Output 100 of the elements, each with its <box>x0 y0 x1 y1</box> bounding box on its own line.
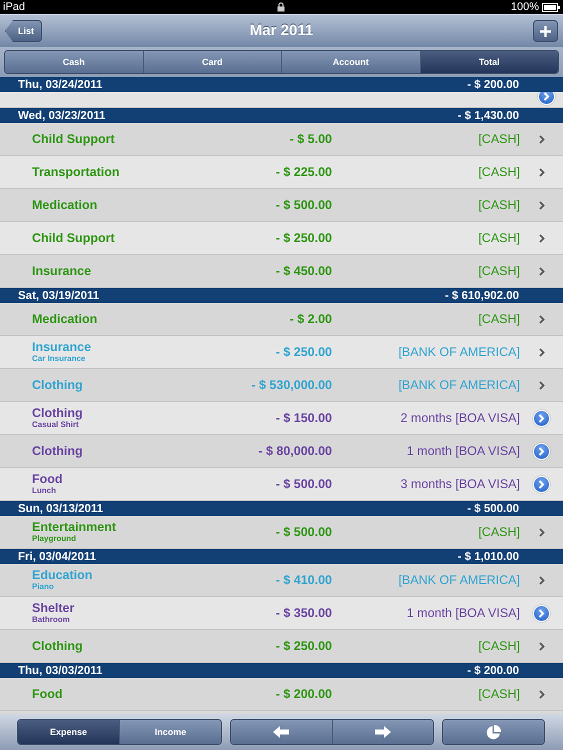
chevron-icon <box>538 480 545 488</box>
chevron-icon <box>538 576 544 584</box>
chevron-icon <box>538 642 544 650</box>
amount: - $ 250.00 <box>274 639 332 653</box>
day-total: - $ 200.00 <box>467 664 519 676</box>
account-label: [CASH] <box>477 687 520 701</box>
amount: - $ 450.00 <box>274 264 332 278</box>
chevron-icon <box>538 134 544 144</box>
add-button[interactable] <box>533 20 558 42</box>
previous-button[interactable] <box>231 720 332 744</box>
transaction-row[interactable]: Food Lunch - $ 500.00 3 months [BOA VISA] <box>0 468 563 501</box>
back-button[interactable]: List <box>5 20 42 42</box>
mode-tab[interactable]: Income <box>120 720 221 744</box>
amount: - $ 250.00 <box>274 345 332 359</box>
chevron-icon <box>538 348 544 356</box>
lock-icon <box>277 2 285 12</box>
date-label: Thu, 03/03/2011 <box>18 664 102 676</box>
category-name: Shelter <box>32 602 76 615</box>
chevron-icon <box>538 200 544 210</box>
category-note: Car Insurance <box>32 354 86 363</box>
date-label: Fri, 03/04/2011 <box>18 550 96 562</box>
date-label: Sat, 03/19/2011 <box>18 290 100 302</box>
transaction-row[interactable]: Insurance Car Insurance - $ 250.00 [BANK OF AMERICA] <box>0 336 563 369</box>
chevron-icon <box>538 608 545 618</box>
next-button[interactable] <box>332 720 433 744</box>
category-name: Education <box>32 569 94 582</box>
plus-icon <box>540 26 551 36</box>
account-label: [CASH] <box>477 198 520 212</box>
amount: - $ 410.00 <box>274 573 332 587</box>
category-name: Insurance <box>32 264 92 278</box>
category-name: Clothing <box>32 407 84 420</box>
category-note: Playground <box>32 534 78 543</box>
account-label: 3 months [BOA VISA] <box>399 477 520 491</box>
amount: - $ 80,000.00 <box>257 444 332 458</box>
mode-tab[interactable]: Expense <box>18 720 120 744</box>
transaction-row[interactable]: Shelter Bathroom - $ 350.00 1 month [BOA VISA] <box>0 597 563 630</box>
chevron-icon <box>543 92 550 101</box>
date-label: Wed, 03/23/2011 <box>18 110 106 122</box>
category-name: Entertainment <box>32 521 118 534</box>
device-name: iPad <box>3 0 26 14</box>
right-arrow-icon <box>374 726 391 738</box>
amount: - $ 200.00 <box>274 687 332 701</box>
account-label: [BANK OF AMERICA] <box>397 378 520 392</box>
detail-button[interactable] <box>533 476 550 492</box>
day-total: - $ 500.00 <box>467 502 519 514</box>
battery-icon <box>542 2 560 12</box>
amount: - $ 150.00 <box>274 411 332 425</box>
account-label: [BANK OF AMERICA] <box>397 345 520 359</box>
detail-button[interactable] <box>533 442 550 460</box>
category-name: Child Support <box>32 132 116 146</box>
account-label: [CASH] <box>477 639 520 653</box>
amount: - $ 500.00 <box>274 477 332 491</box>
chart-button[interactable] <box>443 720 544 744</box>
left-arrow-icon <box>273 726 290 738</box>
filter-tab[interactable]: Cash <box>5 51 144 73</box>
detail-button[interactable] <box>538 92 555 105</box>
detail-button[interactable] <box>533 410 550 426</box>
chevron-icon <box>538 380 544 390</box>
category-name: Medication <box>32 198 98 212</box>
filter-tab[interactable]: Total <box>420 51 558 73</box>
account-label: 1 month [BOA VISA] <box>406 444 520 458</box>
chevron-icon <box>538 266 544 276</box>
pie-chart-icon <box>486 724 501 740</box>
category-name: Insurance <box>32 341 92 354</box>
category-name: Food <box>32 473 64 486</box>
account-label: [CASH] <box>477 132 520 146</box>
transaction-row[interactable]: Transportation - $ 225.00 [CASH] <box>0 156 563 189</box>
amount: - $ 530,000.00 <box>250 378 332 392</box>
amount: - $ 5.00 <box>288 132 332 146</box>
chevron-icon <box>538 528 544 536</box>
date-label: Sun, 03/13/2011 <box>18 502 104 514</box>
chevron-icon <box>538 234 544 242</box>
amount: - $ 500.00 <box>274 198 332 212</box>
chevron-icon <box>538 690 544 698</box>
transaction-row[interactable]: Child Support - $ 250.00 [CASH] <box>0 222 563 255</box>
chevron-icon <box>538 414 545 422</box>
day-total: - $ 610,902.00 <box>444 290 519 302</box>
account-label: [CASH] <box>477 165 520 179</box>
day-total: - $ 1,010.00 <box>458 550 519 562</box>
account-label: 2 months [BOA VISA] <box>399 411 520 425</box>
category-name: Child Support <box>32 232 116 244</box>
amount: - $ 225.00 <box>274 165 332 179</box>
account-label: [BANK OF AMERICA] <box>397 573 520 587</box>
battery-percent: 100% <box>510 0 539 14</box>
category-note: Casual Shirt <box>32 420 80 429</box>
account-label: [CASH] <box>477 525 520 539</box>
account-label: 1 month [BOA VISA] <box>406 606 520 620</box>
chevron-icon <box>538 314 544 324</box>
filter-tab[interactable]: Account <box>282 51 420 73</box>
detail-button[interactable] <box>533 604 550 622</box>
amount: - $ 350.00 <box>274 606 332 620</box>
day-total: - $ 200.00 <box>467 78 519 90</box>
filter-tab[interactable]: Card <box>144 51 282 73</box>
account-label: [CASH] <box>477 312 520 326</box>
transaction-row[interactable]: Clothing Casual Shirt - $ 150.00 2 months [BOA VISA] <box>0 402 563 435</box>
account-label: [CASH] <box>477 264 520 278</box>
chevron-icon <box>538 168 544 176</box>
amount: - $ 2.00 <box>288 312 332 326</box>
category-name: Medication <box>32 312 98 326</box>
amount: - $ 250.00 <box>274 231 332 245</box>
